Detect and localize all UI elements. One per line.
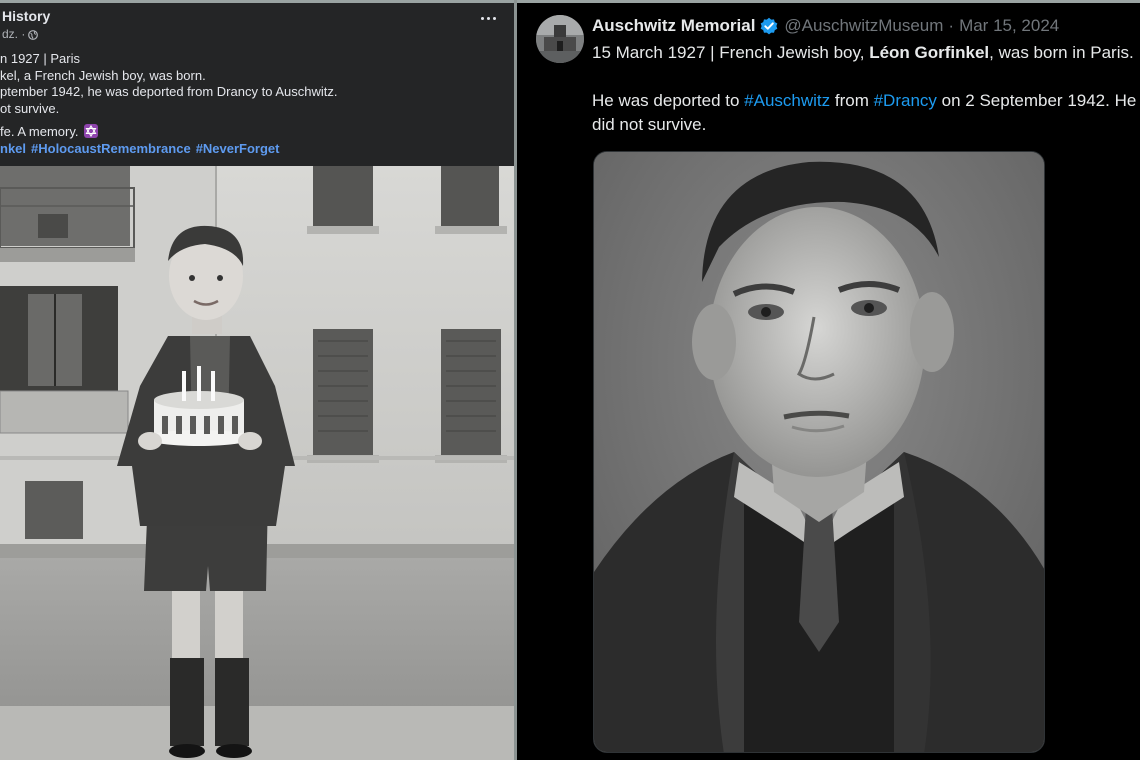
post-text-line: kel, a French Jewish boy, was born.	[0, 67, 206, 83]
post-text-line: n 1927 | Paris	[0, 51, 80, 66]
hashtag-link[interactable]: nkel	[0, 141, 26, 156]
post-text-line: ot survive.	[0, 100, 60, 116]
text-span: , was born in Paris.	[989, 43, 1134, 62]
text-span: He was deported to	[592, 91, 745, 110]
post-photo-boy-with-birthday-cake[interactable]	[0, 166, 514, 760]
post-header: Auschwitz Memorial @AuschwitzMuseum · Ma…	[592, 16, 1059, 36]
post-text-line: He was deported to #Auschwitz from #Dran…	[592, 89, 1136, 113]
post-text: n 1927 | Paris kel, a French Jewish boy,…	[0, 51, 510, 157]
post-text-line: 15 March 1927 | French Jewish boy, Léon …	[592, 41, 1136, 65]
post-closing-line: fe. A memory.	[0, 124, 510, 141]
verified-badge-icon	[759, 16, 779, 36]
hashtag-link[interactable]: #HolocaustRemembrance	[31, 141, 191, 156]
post-photo-portrait[interactable]	[593, 151, 1045, 753]
post-date[interactable]: Mar 15, 2024	[959, 16, 1059, 36]
hashtag-drancy[interactable]: #Drancy	[874, 91, 937, 110]
facebook-post: History dz. · n 1927 | Paris kel, a Fren…	[0, 3, 514, 760]
person-name: Léon Gorfinkel	[869, 43, 990, 62]
separator-dot: ·	[948, 16, 955, 35]
avatar[interactable]	[536, 15, 584, 63]
handle[interactable]: @AuschwitzMuseum	[784, 16, 943, 36]
post-meta: dz. ·	[2, 27, 39, 41]
text-span: on 2 September 1942. He	[936, 91, 1137, 110]
text-span: 15 March 1927 | French Jewish boy,	[592, 43, 870, 62]
more-options-icon	[480, 16, 484, 20]
hashtags: nkel #HolocaustRemembrance #NeverForget	[0, 141, 510, 158]
post-text: 15 March 1927 | French Jewish boy, Léon …	[592, 41, 1136, 137]
facebook-post-header: History dz. · n 1927 | Paris kel, a Fren…	[0, 3, 514, 166]
hashtag-auschwitz[interactable]: #Auschwitz	[744, 91, 830, 110]
hashtag-link[interactable]: #NeverForget	[196, 141, 280, 156]
page-name[interactable]: History	[2, 8, 50, 24]
x-post: Auschwitz Memorial @AuschwitzMuseum · Ma…	[517, 3, 1140, 760]
post-closing-text: fe. A memory.	[0, 124, 79, 139]
star-of-david-icon	[84, 124, 99, 138]
text-span: from	[830, 91, 874, 110]
post-meta-text: dz. ·	[2, 27, 26, 41]
more-options-button[interactable]	[478, 11, 498, 25]
post-text-line: ptember 1942, he was deported from Dranc…	[0, 84, 338, 99]
post-text-line: did not survive.	[592, 115, 707, 134]
globe-icon	[28, 29, 39, 40]
display-name[interactable]: Auschwitz Memorial	[592, 16, 755, 36]
